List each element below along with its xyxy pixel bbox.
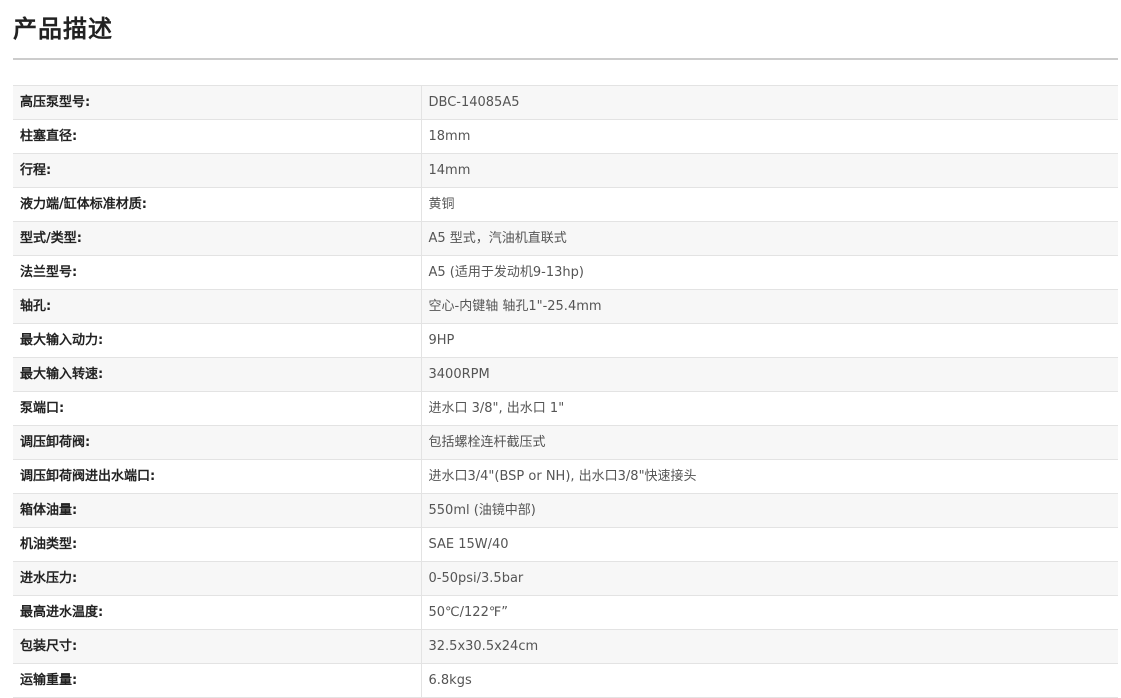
spec-label: 调压卸荷阀:: [13, 425, 421, 460]
spec-value: A5 (适用于发动机9-13hp): [420, 255, 1118, 290]
spec-value: 550ml (油镜中部): [420, 493, 1118, 528]
spec-row: 高压泵型号: DBC-14085A5: [13, 85, 1118, 120]
spec-value: 32.5x30.5x24cm: [420, 629, 1118, 664]
spec-label: 调压卸荷阀进出水端口:: [13, 459, 421, 494]
spec-value: 50℃/122℉”: [420, 595, 1118, 630]
spec-value: SAE 15W/40: [420, 527, 1118, 562]
spec-row: 包装尺寸: 32.5x30.5x24cm: [13, 629, 1118, 664]
spec-value: 0-50psi/3.5bar: [420, 561, 1118, 596]
spec-value: 3400RPM: [420, 357, 1118, 392]
spec-label: 法兰型号:: [13, 255, 421, 290]
spec-row: 最大输入转速: 3400RPM: [13, 357, 1118, 392]
spec-row: 法兰型号: A5 (适用于发动机9-13hp): [13, 255, 1118, 290]
spec-table: 高压泵型号: DBC-14085A5 柱塞直径: 18mm 行程: 14mm 液…: [13, 85, 1118, 698]
spec-row: 进水压力: 0-50psi/3.5bar: [13, 561, 1118, 596]
spec-row: 型式/类型: A5 型式，汽油机直联式: [13, 221, 1118, 256]
spec-row: 调压卸荷阀进出水端口: 进水口3/4"(BSP or NH), 出水口3/8"快…: [13, 459, 1118, 494]
spec-row: 运输重量: 6.8kgs: [13, 663, 1118, 698]
spec-value: 包括螺栓连杆截压式: [420, 425, 1118, 460]
title-divider: [13, 58, 1118, 60]
spec-label: 包装尺寸:: [13, 629, 421, 664]
spec-label: 泵端口:: [13, 391, 421, 426]
spec-row: 行程: 14mm: [13, 153, 1118, 188]
spec-value: DBC-14085A5: [420, 85, 1118, 120]
spec-row: 最高进水温度: 50℃/122℉”: [13, 595, 1118, 630]
spec-label: 运输重量:: [13, 663, 421, 698]
spec-value: 空心-内键轴 轴孔1"-25.4mm: [420, 289, 1118, 324]
spec-row: 液力端/缸体标准材质: 黄铜: [13, 187, 1118, 222]
page-title: 产品描述: [13, 15, 113, 43]
spec-value: 6.8kgs: [420, 663, 1118, 698]
spec-row: 泵端口: 进水口 3/8", 出水口 1": [13, 391, 1118, 426]
spec-label: 柱塞直径:: [13, 119, 421, 154]
spec-value: 9HP: [420, 323, 1118, 358]
spec-label: 轴孔:: [13, 289, 421, 324]
spec-value: 14mm: [420, 153, 1118, 188]
spec-label: 箱体油量:: [13, 493, 421, 528]
spec-row: 轴孔: 空心-内键轴 轴孔1"-25.4mm: [13, 289, 1118, 324]
spec-label: 行程:: [13, 153, 421, 188]
spec-value: A5 型式，汽油机直联式: [420, 221, 1118, 256]
spec-value: 进水口 3/8", 出水口 1": [420, 391, 1118, 426]
spec-label: 机油类型:: [13, 527, 421, 562]
spec-row: 机油类型: SAE 15W/40: [13, 527, 1118, 562]
spec-row: 最大输入动力: 9HP: [13, 323, 1118, 358]
spec-label: 液力端/缸体标准材质:: [13, 187, 421, 222]
spec-label: 最高进水温度:: [13, 595, 421, 630]
spec-row: 调压卸荷阀: 包括螺栓连杆截压式: [13, 425, 1118, 460]
spec-label: 最大输入转速:: [13, 357, 421, 392]
spec-label: 型式/类型:: [13, 221, 421, 256]
spec-value: 进水口3/4"(BSP or NH), 出水口3/8"快速接头: [420, 459, 1118, 494]
spec-row: 柱塞直径: 18mm: [13, 119, 1118, 154]
spec-label: 高压泵型号:: [13, 85, 421, 120]
spec-value: 黄铜: [420, 187, 1118, 222]
spec-label: 最大输入动力:: [13, 323, 421, 358]
spec-label: 进水压力:: [13, 561, 421, 596]
spec-row: 箱体油量: 550ml (油镜中部): [13, 493, 1118, 528]
spec-value: 18mm: [420, 119, 1118, 154]
